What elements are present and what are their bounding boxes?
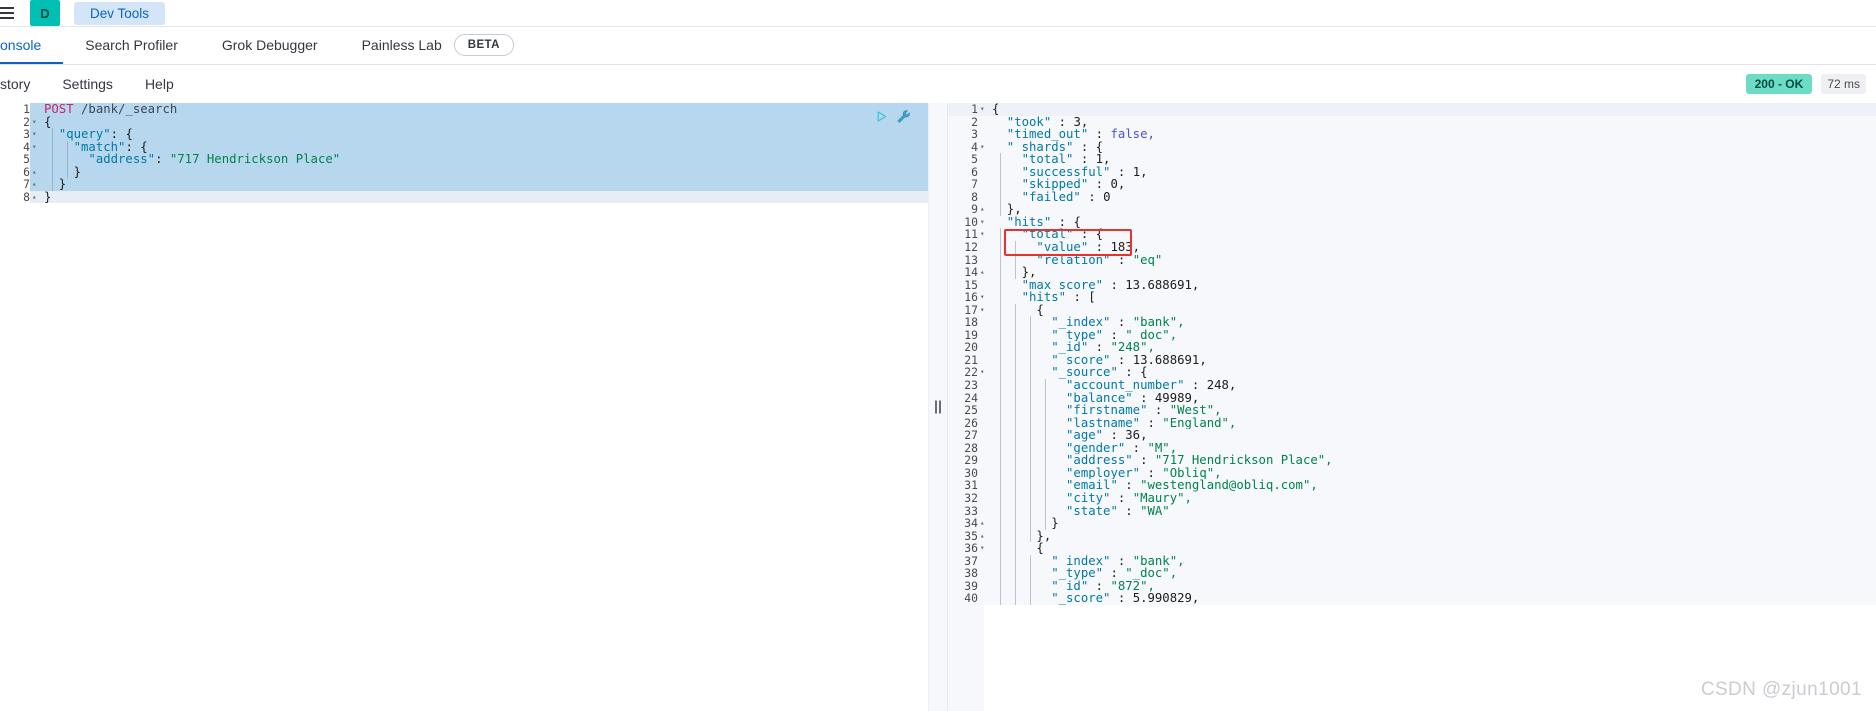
code-line-text: POST /bank/_search <box>44 103 178 116</box>
line-number: 29 <box>964 453 978 468</box>
submenu-item-help[interactable]: Help <box>129 76 190 92</box>
fold-toggle-icon[interactable]: ▾ <box>980 216 989 229</box>
run-request-icon[interactable] <box>875 110 888 123</box>
code-line[interactable]: 8 ▴} <box>0 191 928 204</box>
code-line[interactable]: 9 ▴ }, <box>948 203 1876 216</box>
fold-toggle-icon[interactable]: ▴ <box>980 530 989 543</box>
response-status: 200 - OK 72 ms <box>1745 65 1866 103</box>
fold-toggle-icon[interactable]: ▾ <box>980 291 989 304</box>
code-line[interactable]: 8 "failed" : 0 <box>948 191 1876 204</box>
tab-search-profiler[interactable]: Search Profiler <box>63 26 200 64</box>
request-editor-code[interactable]: 1 POST /bank/_search 2 ▾{3 ▾ "query": {4 ▾ "m… <box>0 103 928 204</box>
request-editor-pane[interactable]: 1 POST /bank/_search 2 ▾{3 ▾ "query": {4 ▾ "m… <box>0 103 928 711</box>
top-chrome-bar: D Dev Tools <box>0 0 1876 27</box>
line-number: 3 <box>971 127 978 142</box>
fold-toggle-icon[interactable]: ▾ <box>32 128 41 141</box>
fold-toggle-icon[interactable]: ▾ <box>980 228 989 241</box>
code-line[interactable]: 1 POST /bank/_search <box>0 103 928 116</box>
line-number: 36 <box>964 541 978 556</box>
fold-toggle-icon[interactable]: ▴ <box>980 517 989 530</box>
response-viewer-code[interactable]: 1 ▾{2 "took" : 3, 3 "timed_out" : false, 4 ▾… <box>948 103 1876 605</box>
indent-guide <box>52 178 53 191</box>
line-number: 5 <box>0 153 30 166</box>
submenu-item-settings[interactable]: Settings <box>46 76 129 92</box>
code-line[interactable]: 5 "address": "717 Hendrickson Place" <box>0 153 928 166</box>
line-number: 23 <box>964 378 978 393</box>
console-submenu: story Settings Help <box>0 65 1876 103</box>
tab-console-label: onsole <box>0 37 42 53</box>
line-number: 34 <box>964 516 978 531</box>
code-line[interactable]: 40 "_score" : 5.990829, <box>948 592 1876 605</box>
fold-toggle-icon[interactable]: ▾ <box>32 141 41 154</box>
fold-toggle-icon[interactable]: ▴ <box>980 266 989 279</box>
code-line[interactable]: 34 ▴ } <box>948 517 1876 530</box>
line-number: 12 <box>964 240 978 255</box>
submenu-item-history[interactable]: story <box>0 76 46 92</box>
fold-toggle-icon[interactable]: ▾ <box>980 304 989 317</box>
fold-toggle-icon[interactable]: ▴ <box>980 203 989 216</box>
fold-toggle-icon[interactable]: ▾ <box>980 366 989 379</box>
fold-toggle-icon[interactable]: ▾ <box>980 103 989 116</box>
watermark: CSDN @zjun1001 <box>1700 679 1862 700</box>
tab-painless-lab[interactable]: Painless Lab BETA <box>340 26 536 64</box>
tab-painless-lab-label: Painless Lab <box>361 37 442 53</box>
app-logo: D <box>30 0 60 26</box>
code-line-text: "_score" : 5.990829, <box>992 591 1200 606</box>
code-line-text: "address": "717 Hendrickson Place" <box>44 152 341 167</box>
line-number: 3 <box>0 128 30 141</box>
section-tabs: onsole Search Profiler Grok Debugger Pai… <box>0 27 1876 65</box>
line-number: 16 <box>964 290 978 305</box>
line-number: 32 <box>964 490 978 505</box>
line-number: 25 <box>964 403 978 418</box>
code-line[interactable]: 33 "state" : "WA" <box>948 504 1876 518</box>
app-chip-dev-tools[interactable]: Dev Tools <box>74 1 166 25</box>
line-number: 18 <box>964 315 978 330</box>
tab-search-profiler-label: Search Profiler <box>85 37 178 53</box>
status-badge: 200 - OK <box>1745 74 1813 94</box>
fold-toggle-icon[interactable]: ▴ <box>32 166 41 179</box>
code-line[interactable]: 6 ▴ } <box>0 165 928 179</box>
line-number: 27 <box>964 428 978 443</box>
code-line-text: } <box>44 189 52 204</box>
line-number: 38 <box>964 566 978 581</box>
tab-console[interactable]: onsole <box>0 26 64 64</box>
editor-action-icons <box>875 109 911 124</box>
beta-badge: BETA <box>453 34 514 56</box>
code-line[interactable]: 2 ▾{ <box>0 115 928 129</box>
line-number: 7 <box>0 178 30 191</box>
fold-toggle-icon[interactable]: ▾ <box>980 542 989 555</box>
fold-toggle-icon[interactable]: ▾ <box>32 116 41 129</box>
fold-toggle-icon[interactable]: ▾ <box>980 141 989 154</box>
splitter-grip-icon <box>935 400 941 414</box>
indent-guide <box>67 165 68 179</box>
tab-grok-debugger[interactable]: Grok Debugger <box>200 26 340 64</box>
line-number: 1 <box>0 103 30 116</box>
console-panes: 1 POST /bank/_search 2 ▾{3 ▾ "query": {4 ▾ "m… <box>0 103 1876 711</box>
line-number: 40 <box>964 591 978 606</box>
tab-grok-debugger-label: Grok Debugger <box>221 37 318 53</box>
code-line[interactable]: 7 ▴ } <box>0 178 928 191</box>
line-number: 5 <box>971 152 978 167</box>
line-number: 7 <box>971 177 978 192</box>
hamburger-menu-icon[interactable] <box>0 7 20 19</box>
response-viewer-pane[interactable]: 1 ▾{2 "took" : 3, 3 "timed_out" : false, 4 ▾… <box>948 103 1876 711</box>
line-number: 14 <box>964 265 978 280</box>
wrench-icon[interactable] <box>896 109 911 124</box>
indent-guide <box>1000 592 1001 605</box>
fold-toggle-icon[interactable]: ▴ <box>32 178 41 191</box>
indent-guide <box>1015 592 1016 605</box>
pane-splitter[interactable] <box>928 103 948 711</box>
code-line[interactable]: 13 "relation" : "eq" <box>948 253 1876 267</box>
code-line[interactable]: 35 ▴ }, <box>948 529 1876 543</box>
fold-toggle-icon[interactable]: ▴ <box>32 191 41 204</box>
indent-guide <box>1030 592 1031 605</box>
code-line[interactable]: 16 ▾ "hits" : [ <box>948 291 1876 304</box>
line-number: 8 <box>0 191 30 204</box>
line-number: 1 <box>971 103 978 116</box>
response-time-badge: 72 ms <box>1821 74 1866 94</box>
